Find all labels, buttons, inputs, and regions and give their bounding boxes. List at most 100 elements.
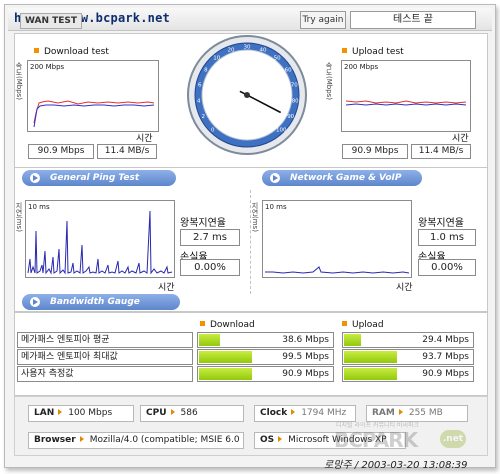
gauge-tick-label: 70 xyxy=(291,82,298,88)
gauge-tick-label: 0 xyxy=(211,128,215,134)
upload-y-axis-label: 속도(Mbps) xyxy=(325,62,333,101)
gauge-tick-label: 8 xyxy=(204,67,208,73)
os-info: OS Microsoft Windows XP xyxy=(254,432,406,449)
download-mbps-value: 90.9 Mbps xyxy=(28,144,94,159)
bandwidth-upload-header: Upload xyxy=(342,320,384,330)
upload-graph-lines xyxy=(345,100,467,106)
bandwidth-bar-fill xyxy=(344,351,397,363)
upload-graph: 200 Mbps xyxy=(341,60,471,132)
speed-gauge: 0 2 4 6 8 10 20 30 40 50 60 70 80 90 100 xyxy=(186,34,308,156)
gauge-pivot xyxy=(244,92,250,98)
download-red-line xyxy=(33,100,155,124)
bullet-icon xyxy=(342,48,347,53)
upload-title: Upload test xyxy=(342,47,404,57)
game-graph-lines xyxy=(265,266,410,274)
game-delay-value: 1.0 ms xyxy=(418,229,476,246)
bandwidth-gauge-header: Bandwidth Gauge xyxy=(22,294,180,310)
ping-delay-label: 왕복지연율 xyxy=(180,218,226,229)
game-graph: 10 ms xyxy=(262,200,412,278)
triangle-icon xyxy=(58,409,63,415)
download-mbs-value: 11.4 MB/s xyxy=(97,144,157,159)
triangle-icon xyxy=(79,436,84,442)
game-delay-label: 왕복지연율 xyxy=(418,218,464,229)
download-y-axis-label: 속도(Mbps) xyxy=(15,62,23,101)
test-status-field: 테스트 끝 xyxy=(350,11,476,29)
bullet-icon xyxy=(342,321,347,326)
game-x-axis-label: 시간 xyxy=(396,283,413,293)
gauge-tick-label: 90 xyxy=(287,114,294,120)
bandwidth-upload-bar: 90.9 Mbps xyxy=(342,366,474,382)
ping-delay-value: 2.7 ms xyxy=(180,229,240,246)
arrow-icon xyxy=(30,297,40,307)
general-ping-header: General Ping Test xyxy=(22,170,176,186)
game-y-axis-label: 지연(ms) xyxy=(251,202,259,232)
bandwidth-upload-bar: 93.7 Mbps xyxy=(342,349,474,365)
bandwidth-download-header: Download xyxy=(200,320,255,330)
bandwidth-upload-value: 93.7 Mbps xyxy=(422,352,469,362)
triangle-icon xyxy=(170,409,175,415)
bandwidth-download-bar: 90.9 Mbps xyxy=(197,366,334,382)
bandwidth-row-label: 사용자 측정값 xyxy=(17,366,193,382)
download-title: Download test xyxy=(34,47,109,57)
bandwidth-upload-value: 90.9 Mbps xyxy=(422,369,469,379)
bandwidth-download-value: 90.9 Mbps xyxy=(282,369,329,379)
triangle-icon xyxy=(291,409,296,415)
game-voip-header: Network Game & VoIP Test xyxy=(262,170,422,199)
ping-graph: 10 ms xyxy=(25,200,175,278)
browser-info: Browser Mozilla/4.0 (compatible; MSIE 6.0 xyxy=(28,432,244,449)
bandwidth-download-value: 99.5 Mbps xyxy=(282,352,329,362)
cpu-info: CPU 586 xyxy=(140,405,244,422)
game-loss-value: 0.00% xyxy=(418,259,476,276)
download-graph: 200 Mbps xyxy=(27,60,159,132)
triangle-icon xyxy=(278,436,283,442)
gauge-tick-label: 80 xyxy=(292,99,299,105)
game-latency-line xyxy=(265,266,410,274)
bullet-icon xyxy=(34,48,39,53)
ping-x-axis-label: 시간 xyxy=(158,283,175,293)
footer-timestamp: 로망주 / 2003-03-20 13:08:39 xyxy=(324,460,468,471)
upload-blue-line xyxy=(345,103,467,106)
bandwidth-row-label: 메가패스 엔토피아 최대값 xyxy=(17,349,193,365)
gauge-tick-label: 20 xyxy=(228,47,235,53)
ram-info: RAM 255 MB xyxy=(366,405,468,422)
upload-red-line xyxy=(345,100,467,104)
upload-mbs-value: 11.4 MB/s xyxy=(411,144,471,159)
bandwidth-download-bar: 99.5 Mbps xyxy=(197,349,334,365)
ping-loss-value: 0.00% xyxy=(180,259,240,276)
bandwidth-row-label: 메가패스 엔토피아 평균 xyxy=(17,332,193,348)
download-blue-line xyxy=(33,104,155,128)
triangle-icon xyxy=(398,409,403,415)
lan-info: LAN 100 Mbps xyxy=(28,405,134,422)
gauge-dial: 0 2 4 6 8 10 20 30 40 50 60 70 80 90 100 xyxy=(187,35,307,155)
clock-info: Clock 1794 MHz xyxy=(254,405,356,422)
ping-y-axis-label: 지연(ms) xyxy=(15,202,23,232)
bandwidth-download-value: 38.6 Mbps xyxy=(282,335,329,345)
upload-x-axis-label: 시간 xyxy=(452,134,469,144)
gauge-tick-label: 60 xyxy=(285,67,292,73)
try-again-button[interactable]: Try again xyxy=(300,11,346,29)
bandwidth-bar-fill xyxy=(344,334,362,346)
bandwidth-bar-fill xyxy=(199,334,220,346)
bandwidth-upload-value: 29.4 Mbps xyxy=(422,335,469,345)
download-graph-lines xyxy=(33,100,155,128)
gauge-tick-label: 100 xyxy=(276,128,287,134)
bandwidth-bar-fill xyxy=(199,368,252,380)
gauge-tick-label: 10 xyxy=(213,55,220,61)
gauge-tick-label: 50 xyxy=(274,55,281,61)
bandwidth-bar-fill xyxy=(199,351,253,363)
download-x-axis-label: 시간 xyxy=(136,134,153,144)
ping-latency-line xyxy=(27,210,173,275)
arrow-icon xyxy=(30,173,40,183)
gauge-tick-label: 30 xyxy=(244,45,251,51)
bandwidth-download-bar: 38.6 Mbps xyxy=(197,332,334,348)
gauge-tick-label: 40 xyxy=(260,47,267,53)
bandwidth-upload-bar: 29.4 Mbps xyxy=(342,332,474,348)
gauge-tick-label: 6 xyxy=(198,82,202,88)
arrow-icon xyxy=(270,173,280,183)
wan-test-tab[interactable]: WAN TEST xyxy=(20,13,82,29)
gauge-tick-label: 4 xyxy=(197,99,201,105)
upload-mbps-value: 90.9 Mbps xyxy=(342,144,408,159)
gauge-tick-label: 2 xyxy=(202,114,206,120)
ping-graph-lines xyxy=(27,210,173,275)
bandwidth-bar-fill xyxy=(344,368,397,380)
